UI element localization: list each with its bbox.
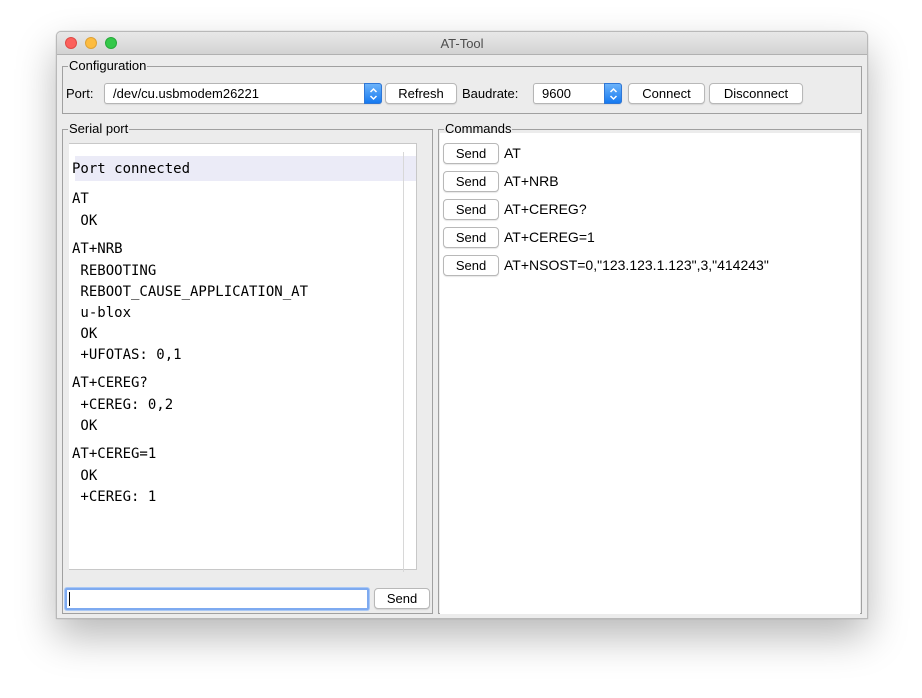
- configuration-label: Configuration: [68, 58, 148, 74]
- baudrate-select-value: 9600: [542, 86, 571, 101]
- log-line: u-blox: [72, 305, 132, 321]
- log-line: OK: [72, 213, 98, 229]
- chevron-updown-icon: [604, 83, 622, 104]
- log-line: OK: [72, 418, 98, 434]
- log-line: REBOOT_CAUSE_APPLICATION_AT: [72, 284, 309, 300]
- command-text: AT+CEREG?: [504, 201, 587, 217]
- command-text: AT+NRB: [504, 173, 559, 189]
- disconnect-button[interactable]: Disconnect: [709, 83, 803, 104]
- command-input[interactable]: [65, 588, 369, 610]
- log-line: AT+NRB: [72, 241, 123, 257]
- command-send-button[interactable]: Send: [443, 227, 499, 248]
- baudrate-label: Baudrate:: [462, 86, 519, 101]
- text-caret: [69, 592, 70, 606]
- command-text: AT+NSOST=0,"123.123.1.123",3,"414243": [504, 257, 769, 273]
- log-line: REBOOTING: [72, 263, 157, 279]
- log-line: OK: [72, 326, 98, 342]
- commands-group: Commands Send AT Send AT+NRB Send AT+CER…: [438, 121, 862, 614]
- log-line: OK: [72, 468, 98, 484]
- command-text: AT: [504, 145, 521, 161]
- app-window: AT-Tool Configuration Port: /dev/cu.usbm…: [56, 31, 868, 619]
- connect-button[interactable]: Connect: [628, 83, 705, 104]
- command-send-button[interactable]: Send: [443, 199, 499, 220]
- log-line: AT+CEREG?: [72, 375, 148, 391]
- command-send-button[interactable]: Send: [443, 255, 499, 276]
- serial-send-button[interactable]: Send: [374, 588, 430, 609]
- command-send-button[interactable]: Send: [443, 143, 499, 164]
- log-line: +CEREG: 0,2: [72, 397, 174, 413]
- status-text: Port connected: [72, 161, 191, 177]
- serial-port-group: Serial port Port connected AT OK AT+NRB …: [62, 121, 433, 614]
- command-send-button[interactable]: Send: [443, 171, 499, 192]
- log-line: AT: [72, 191, 89, 207]
- command-text: AT+CEREG=1: [504, 229, 595, 245]
- log-line: +CEREG: 1: [72, 489, 157, 505]
- baudrate-select[interactable]: 9600: [533, 83, 622, 104]
- port-label: Port:: [66, 86, 94, 101]
- port-select[interactable]: /dev/cu.usbmodem26221: [104, 83, 382, 104]
- title-bar[interactable]: AT-Tool: [57, 32, 867, 55]
- refresh-button[interactable]: Refresh: [385, 83, 457, 104]
- serial-log[interactable]: Port connected AT OK AT+NRB REBOOTING RE…: [69, 143, 417, 572]
- log-line: +UFOTAS: 0,1: [72, 347, 182, 363]
- window-title: AT-Tool: [440, 36, 484, 51]
- commands-list: Send AT Send AT+NRB Send AT+CEREG? Send …: [440, 133, 860, 614]
- log-scrollbar[interactable]: [403, 152, 404, 572]
- serial-port-label: Serial port: [68, 121, 130, 137]
- chevron-updown-icon: [364, 83, 382, 104]
- port-select-value: /dev/cu.usbmodem26221: [113, 86, 259, 101]
- log-line: AT+CEREG=1: [72, 446, 157, 462]
- configuration-group: Configuration Port: /dev/cu.usbmodem2622…: [62, 58, 862, 114]
